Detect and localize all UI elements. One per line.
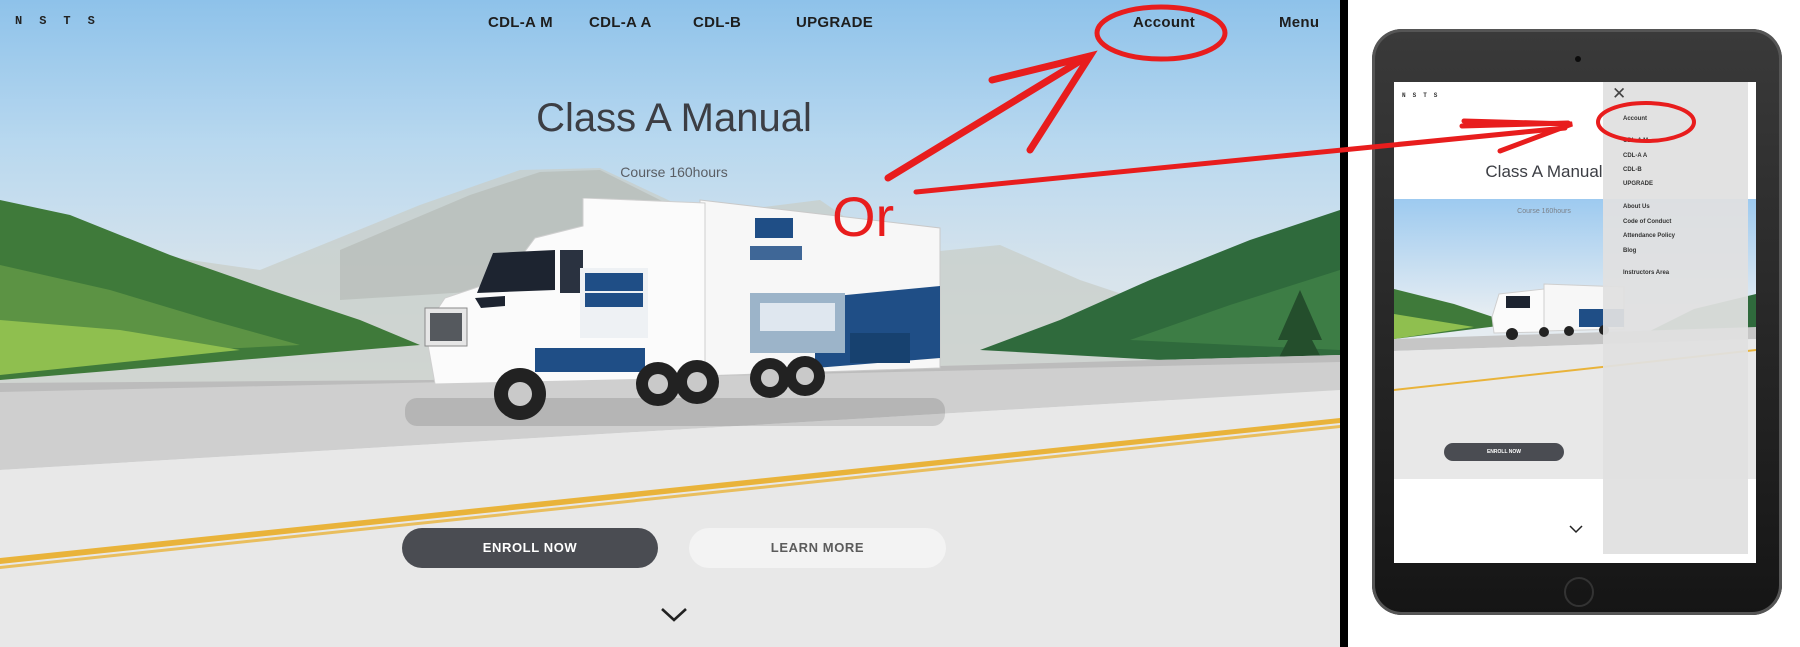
drawer-item-code-of-conduct[interactable]: Code of Conduct (1623, 219, 1671, 225)
or-annotation-label: Or (832, 185, 895, 248)
close-icon[interactable]: ✕ (1612, 84, 1626, 104)
drawer-item-attendance-policy[interactable]: Attendance Policy (1623, 233, 1675, 239)
chevron-down-icon[interactable] (659, 602, 689, 626)
nav-link-upgrade[interactable]: UPGRADE (796, 14, 873, 31)
menu-drawer: ✕ Account CDL-A M CDL-A A CDL-B UPGRADE … (1603, 82, 1748, 554)
drawer-item-account[interactable]: Account (1623, 116, 1647, 122)
desktop-screenshot: NSTS CDL-A M CDL-A A CDL-B UPGRADE Accou… (0, 0, 1340, 647)
tablet-site-logo[interactable]: NSTS (1402, 92, 1444, 99)
account-link[interactable]: Account (1133, 14, 1195, 31)
camera-icon (1575, 56, 1581, 62)
tablet-device: NSTS Class A Manual Course 160hours ENRO… (1372, 29, 1782, 615)
tablet-chevron-down-icon[interactable] (1569, 524, 1583, 534)
top-navigation: NSTS CDL-A M CDL-A A CDL-B UPGRADE Accou… (0, 0, 1340, 44)
drawer-item-cdl-a-manual[interactable]: CDL-A M (1623, 138, 1648, 144)
drawer-item-blog[interactable]: Blog (1623, 248, 1636, 254)
drawer-item-upgrade[interactable]: UPGRADE (1623, 181, 1653, 187)
home-button-icon (1564, 577, 1594, 607)
enroll-now-button[interactable]: ENROLL NOW (402, 528, 658, 568)
drawer-item-about-us[interactable]: About Us (1623, 204, 1650, 210)
tablet-screen: NSTS Class A Manual Course 160hours ENRO… (1394, 82, 1756, 563)
learn-more-button[interactable]: LEARN MORE (689, 528, 946, 568)
nav-link-cdl-a-manual[interactable]: CDL-A M (488, 14, 553, 31)
nav-link-cdl-b[interactable]: CDL-B (693, 14, 741, 31)
panel-divider (1340, 0, 1348, 647)
tablet-enroll-now-button[interactable]: ENROLL NOW (1444, 443, 1564, 461)
menu-button[interactable]: Menu (1279, 14, 1319, 31)
hero-subtitle: Course 160hours (620, 164, 728, 180)
hero-title: Class A Manual (536, 96, 812, 140)
drawer-item-cdl-a-auto[interactable]: CDL-A A (1623, 153, 1647, 159)
drawer-item-instructors-area[interactable]: Instructors Area (1623, 270, 1669, 276)
site-logo[interactable]: NSTS (15, 14, 112, 28)
nav-link-cdl-a-auto[interactable]: CDL-A A (589, 14, 652, 31)
drawer-item-cdl-b[interactable]: CDL-B (1623, 167, 1642, 173)
